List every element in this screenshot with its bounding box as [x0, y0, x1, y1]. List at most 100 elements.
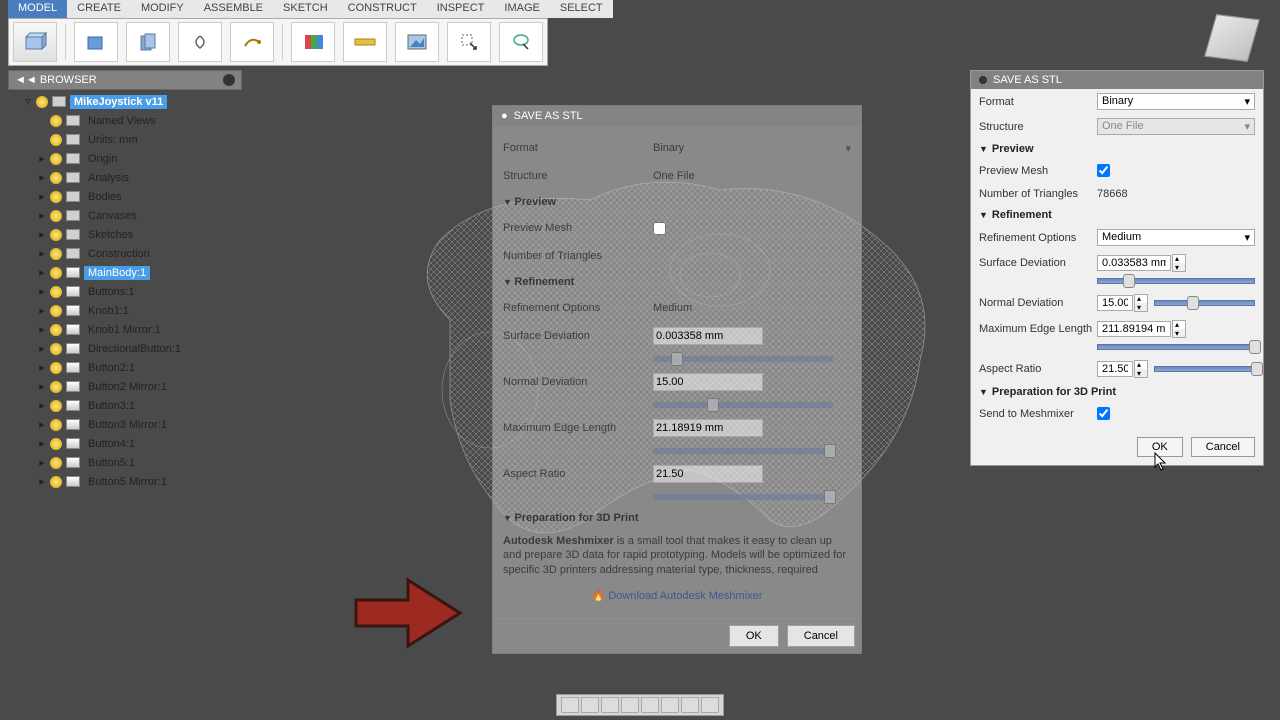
ok-button[interactable]: OK	[1137, 437, 1183, 457]
normal-dev-spinner[interactable]	[1134, 294, 1148, 312]
lightbulb-icon[interactable]	[50, 381, 62, 393]
c-surface-dev-input[interactable]	[653, 327, 763, 345]
tree-item[interactable]: ▸Button2 Mirror:1	[20, 377, 242, 396]
surface-dev-input[interactable]	[1097, 255, 1171, 271]
c-normal-slider[interactable]	[653, 402, 833, 408]
menu-construct[interactable]: CONSTRUCT	[338, 0, 427, 18]
tool-measure-icon[interactable]	[343, 22, 387, 62]
center-dialog-header[interactable]: ●SAVE AS STL	[493, 106, 861, 126]
lightbulb-icon[interactable]	[50, 248, 62, 260]
tree-item[interactable]: Units: mm	[20, 130, 242, 149]
tree-item[interactable]: ▸Sketches	[20, 225, 242, 244]
aspect-spinner[interactable]	[1134, 360, 1148, 378]
tree-item[interactable]: Named Views	[20, 111, 242, 130]
preview-mesh-check[interactable]	[1097, 164, 1110, 177]
max-edge-slider[interactable]	[1097, 344, 1255, 350]
c-prep-section[interactable]: Preparation for 3D Print	[503, 506, 851, 530]
tool-primitive-icon[interactable]	[74, 22, 118, 62]
nav-look-icon[interactable]	[641, 697, 659, 713]
tool-box-icon[interactable]	[13, 22, 57, 62]
c-format-value[interactable]: Binary	[653, 142, 684, 154]
nav-fit-icon[interactable]	[621, 697, 639, 713]
lightbulb-icon[interactable]	[50, 267, 62, 279]
tree-item[interactable]: ▸Button2:1	[20, 358, 242, 377]
browser-header[interactable]: ◄◄ BROWSER	[8, 70, 242, 90]
c-aspect-slider[interactable]	[653, 494, 833, 500]
c-refine-opts-value[interactable]: Medium	[653, 302, 692, 314]
tree-item[interactable]: ▸Knob1 Mirror:1	[20, 320, 242, 339]
tree-item[interactable]: ▸Button3:1	[20, 396, 242, 415]
menu-image[interactable]: IMAGE	[494, 0, 549, 18]
tool-material-icon[interactable]	[291, 22, 335, 62]
lightbulb-icon[interactable]	[50, 476, 62, 488]
lightbulb-icon[interactable]	[50, 362, 62, 374]
c-ok-button[interactable]: OK	[729, 625, 779, 647]
menu-select[interactable]: SELECT	[550, 0, 613, 18]
prep-section[interactable]: Preparation for 3D Print	[971, 382, 1263, 402]
tool-extrude-icon[interactable]	[126, 22, 170, 62]
refinement-section[interactable]: Refinement	[971, 205, 1263, 225]
tool-revolve-icon[interactable]	[178, 22, 222, 62]
lightbulb-icon[interactable]	[50, 134, 62, 146]
c-cancel-button[interactable]: Cancel	[787, 625, 855, 647]
lightbulb-icon[interactable]	[50, 210, 62, 222]
lightbulb-icon[interactable]	[50, 324, 62, 336]
tool-select-lasso-icon[interactable]	[499, 22, 543, 62]
aspect-slider[interactable]	[1154, 366, 1255, 372]
cancel-button[interactable]: Cancel	[1191, 437, 1255, 457]
view-cube[interactable]	[1210, 16, 1260, 66]
format-dropdown[interactable]: Binary▾	[1097, 93, 1255, 110]
menu-sketch[interactable]: SKETCH	[273, 0, 338, 18]
lightbulb-icon[interactable]	[50, 457, 62, 469]
c-aspect-input[interactable]	[653, 465, 763, 483]
lightbulb-icon[interactable]	[50, 438, 62, 450]
tool-image-icon[interactable]	[395, 22, 439, 62]
lightbulb-icon[interactable]	[50, 172, 62, 184]
aspect-input[interactable]	[1097, 361, 1133, 377]
nav-views-icon[interactable]	[701, 697, 719, 713]
menu-create[interactable]: CREATE	[67, 0, 131, 18]
tree-item[interactable]: ▸Canvases	[20, 206, 242, 225]
max-edge-spinner[interactable]	[1172, 320, 1186, 338]
c-max-edge-input[interactable]	[653, 419, 763, 437]
c-download-link[interactable]: 🔥 Download Autodesk Meshmixer	[503, 581, 851, 610]
lightbulb-icon[interactable]	[50, 153, 62, 165]
tree-item[interactable]: ▸Origin	[20, 149, 242, 168]
nav-pan-icon[interactable]	[581, 697, 599, 713]
tool-select-arrow-icon[interactable]	[447, 22, 491, 62]
tree-item[interactable]: ▸Button4:1	[20, 434, 242, 453]
max-edge-input[interactable]	[1097, 321, 1171, 337]
tool-sweep-icon[interactable]	[230, 22, 274, 62]
lightbulb-icon[interactable]	[50, 419, 62, 431]
nav-orbit-icon[interactable]	[561, 697, 579, 713]
lightbulb-icon[interactable]	[36, 96, 48, 108]
lightbulb-icon[interactable]	[50, 115, 62, 127]
tree-item[interactable]: ▸Button5 Mirror:1	[20, 472, 242, 491]
tree-item[interactable]: ▸MainBody:1	[20, 263, 242, 282]
menu-model[interactable]: MODEL	[8, 0, 67, 18]
tree-item[interactable]: ▸Construction	[20, 244, 242, 263]
browser-collapse-icon[interactable]	[223, 74, 235, 86]
lightbulb-icon[interactable]	[50, 286, 62, 298]
tree-item[interactable]: ▸Bodies	[20, 187, 242, 206]
lightbulb-icon[interactable]	[50, 343, 62, 355]
lightbulb-icon[interactable]	[50, 400, 62, 412]
surface-dev-slider[interactable]	[1097, 278, 1255, 284]
lightbulb-icon[interactable]	[50, 229, 62, 241]
normal-dev-slider[interactable]	[1154, 300, 1255, 306]
c-preview-mesh-check[interactable]	[653, 222, 666, 235]
tree-root[interactable]: ▿ MikeJoystick v11	[20, 92, 242, 111]
menu-inspect[interactable]: INSPECT	[427, 0, 495, 18]
nav-zoom-icon[interactable]	[601, 697, 619, 713]
tree-item[interactable]: ▸Buttons:1	[20, 282, 242, 301]
menu-modify[interactable]: MODIFY	[131, 0, 194, 18]
lightbulb-icon[interactable]	[50, 305, 62, 317]
normal-dev-input[interactable]	[1097, 295, 1133, 311]
tree-item[interactable]: ▸Knob1:1	[20, 301, 242, 320]
menu-assemble[interactable]: ASSEMBLE	[194, 0, 273, 18]
tree-item[interactable]: ▸Button3 Mirror:1	[20, 415, 242, 434]
tree-item[interactable]: ▸DirectionalButton:1	[20, 339, 242, 358]
stl-panel-header[interactable]: SAVE AS STL	[971, 71, 1263, 89]
refine-opts-dropdown[interactable]: Medium▾	[1097, 229, 1255, 246]
preview-section[interactable]: Preview	[971, 139, 1263, 159]
